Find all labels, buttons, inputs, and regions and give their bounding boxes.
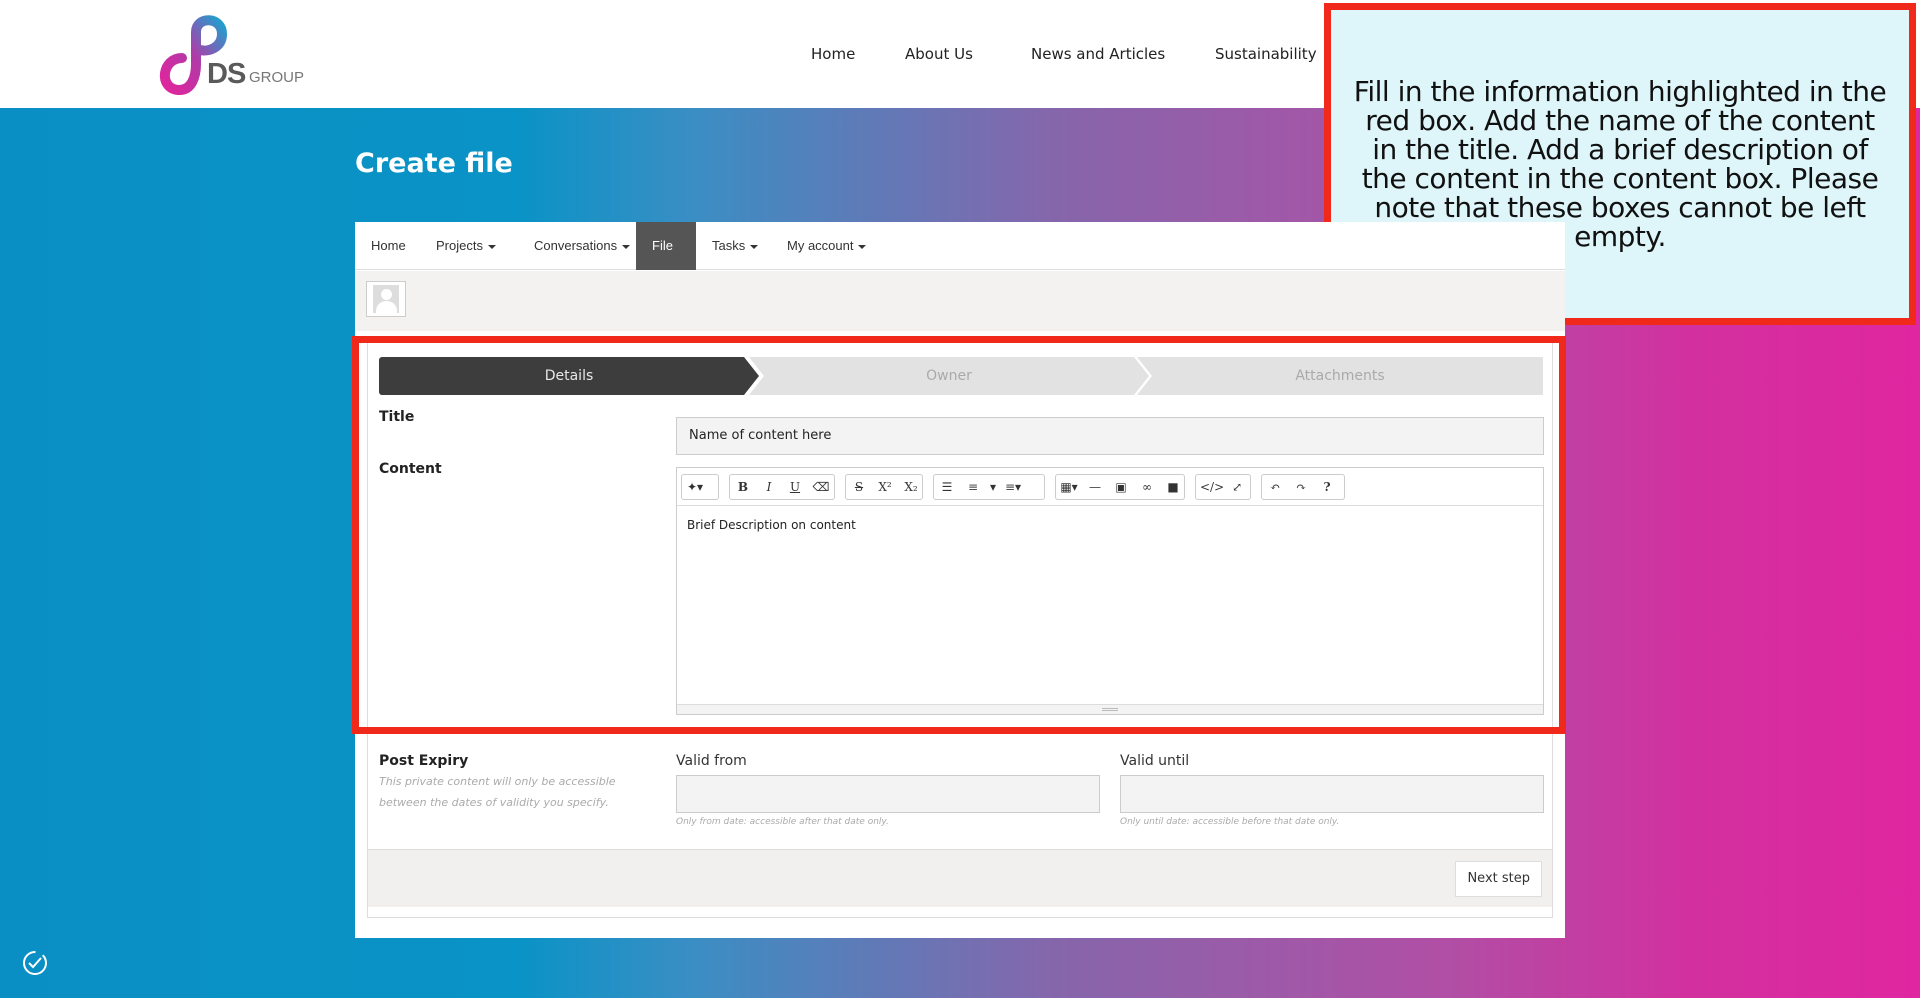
accessibility-check-icon[interactable] xyxy=(20,948,50,978)
profile-strip xyxy=(355,271,1565,331)
align-icon[interactable]: ≡▾ xyxy=(1000,475,1026,499)
caret-down-icon xyxy=(750,244,759,249)
code-view-icon[interactable]: </> xyxy=(1196,475,1224,499)
form-card: Details Owner Attachments Title Name of … xyxy=(367,340,1553,918)
menu-home-label: Home xyxy=(371,238,406,253)
superscript-button[interactable]: X² xyxy=(872,475,898,499)
list-dropdown-icon[interactable]: ▾ xyxy=(986,475,1000,499)
caret-down-icon xyxy=(622,244,631,249)
table-icon[interactable]: ▦▾ xyxy=(1056,475,1082,499)
valid-from-hint: Only from date: accessible after that da… xyxy=(676,817,889,827)
menu-file[interactable]: File xyxy=(636,222,696,297)
video-icon[interactable]: ■ xyxy=(1160,475,1186,499)
user-silhouette-icon xyxy=(373,285,399,313)
app-menubar: Home Projects Conversations File Tasks M… xyxy=(355,222,1565,297)
form-footer: Next step xyxy=(368,849,1552,907)
editor-toolbar: ✦▾ B I U ⌫ S X² X₂ ☰ ≡ ▾ ≡▾ ▦▾ — ▣ ∞ ■ <… xyxy=(677,468,1543,506)
post-expiry-hint: This private content will only be access… xyxy=(379,775,616,809)
topnav-home[interactable]: Home xyxy=(811,45,855,63)
logo-ds-text: DS xyxy=(207,58,246,90)
content-editor-body[interactable]: Brief Description on content xyxy=(687,518,856,532)
strikethrough-button[interactable]: S xyxy=(846,475,872,499)
eraser-icon[interactable]: ⌫ xyxy=(808,475,834,499)
topnav-sustainability[interactable]: Sustainability xyxy=(1215,45,1317,63)
magic-wand-icon[interactable]: ✦▾ xyxy=(682,475,708,499)
topnav-about-us[interactable]: About Us xyxy=(905,45,973,63)
menu-tasks-label: Tasks xyxy=(712,238,746,253)
horizontal-rule-icon[interactable]: — xyxy=(1082,475,1108,499)
valid-until-input[interactable] xyxy=(1120,775,1544,813)
step-owner[interactable]: Owner xyxy=(749,357,1149,395)
page-title: Create file xyxy=(355,148,513,179)
image-icon[interactable]: ▣ xyxy=(1108,475,1134,499)
redo-icon[interactable]: ↷ xyxy=(1288,475,1314,499)
underline-button[interactable]: U xyxy=(782,475,808,499)
editor-resize-handle[interactable] xyxy=(677,704,1543,714)
step-details[interactable]: Details xyxy=(379,357,759,395)
subscript-button[interactable]: X₂ xyxy=(898,475,924,499)
menu-my-account[interactable]: My account xyxy=(771,222,882,270)
topnav-news-and-articles[interactable]: News and Articles xyxy=(1031,45,1165,63)
link-icon[interactable]: ∞ xyxy=(1134,475,1160,499)
wizard-steps: Details Owner Attachments xyxy=(379,357,1543,395)
menu-projects[interactable]: Projects xyxy=(420,222,512,270)
numbered-list-icon[interactable]: ≡ xyxy=(960,475,986,499)
resize-grip-icon xyxy=(1102,708,1118,711)
undo-icon[interactable]: ↶ xyxy=(1262,475,1288,499)
valid-from-input[interactable] xyxy=(676,775,1100,813)
menu-file-label: File xyxy=(652,238,673,253)
title-input[interactable]: Name of content here xyxy=(676,417,1544,455)
menu-projects-label: Projects xyxy=(436,238,483,253)
content-editor[interactable]: ✦▾ B I U ⌫ S X² X₂ ☰ ≡ ▾ ≡▾ ▦▾ — ▣ ∞ ■ <… xyxy=(676,467,1544,715)
bold-button[interactable]: B xyxy=(730,475,756,499)
valid-from-label: Valid from xyxy=(676,753,747,769)
menu-home[interactable]: Home xyxy=(355,222,422,270)
caret-down-icon xyxy=(487,244,496,249)
post-expiry-label: Post Expiry xyxy=(379,753,469,769)
next-step-button[interactable]: Next step xyxy=(1455,861,1542,897)
menu-tasks[interactable]: Tasks xyxy=(696,222,774,270)
title-label: Title xyxy=(379,409,415,425)
valid-until-hint: Only until date: accessible before that … xyxy=(1120,817,1340,827)
italic-button[interactable]: I xyxy=(756,475,782,499)
avatar[interactable] xyxy=(366,281,406,317)
bullet-list-icon[interactable]: ☰ xyxy=(934,475,960,499)
menu-conversations[interactable]: Conversations xyxy=(518,222,646,270)
caret-down-icon xyxy=(858,244,867,249)
valid-until-label: Valid until xyxy=(1120,753,1190,769)
logo-group-text: GROUP xyxy=(249,69,305,86)
help-button[interactable]: ? xyxy=(1314,475,1340,499)
step-attachments[interactable]: Attachments xyxy=(1137,357,1543,395)
ds-group-logo[interactable]: DS GROUP xyxy=(152,14,312,96)
menu-conversations-label: Conversations xyxy=(534,238,618,253)
content-label: Content xyxy=(379,461,442,477)
fullscreen-icon[interactable]: ⤢ xyxy=(1224,475,1250,499)
menu-my-account-label: My account xyxy=(787,238,854,253)
create-file-panel: Home Projects Conversations File Tasks M… xyxy=(355,222,1565,938)
